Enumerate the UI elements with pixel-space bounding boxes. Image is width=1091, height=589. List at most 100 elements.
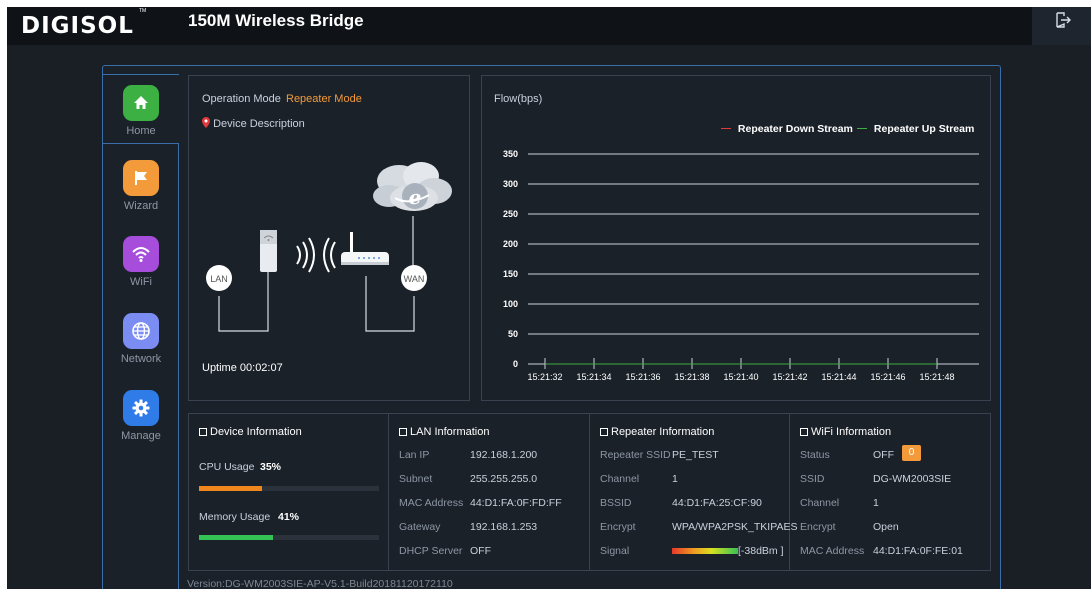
lan-node: LAN: [206, 265, 232, 291]
nav-network[interactable]: Network: [103, 303, 179, 373]
wan-node: WAN: [401, 265, 427, 291]
signal-value: [-38dBm ]: [738, 545, 784, 557]
cpu-usage-label: CPU Usage: [199, 461, 255, 473]
nav-label-manage: Manage: [121, 430, 161, 442]
subnet-label: Subnet: [399, 473, 433, 485]
device-info-title-text: Device Information: [210, 426, 302, 438]
trademark: TM: [139, 8, 147, 14]
device-description: Device Description: [202, 117, 305, 130]
gateway-value: 192.168.1.253: [470, 521, 538, 533]
repeater-encrypt-label: Encrypt: [600, 521, 636, 533]
subnet-value: 255.255.255.0: [470, 473, 538, 485]
top-bar: DIGISOL TM 150M Wireless Bridge: [7, 7, 1091, 45]
repeater-channel-value: 1: [672, 473, 678, 485]
lan-label: LAN: [210, 274, 228, 284]
lan-ip-value: 192.168.1.200: [470, 449, 538, 461]
dhcp-server-value: OFF: [470, 545, 491, 557]
bssid-label: BSSID: [600, 497, 632, 509]
nav-manage[interactable]: Manage: [103, 380, 179, 450]
memory-usage-fill: [199, 535, 273, 540]
info-icon: [600, 428, 608, 436]
repeater-info-card: Repeater Information Repeater SSID PE_TE…: [590, 414, 797, 570]
x-tick-label: 15:21:32: [527, 372, 562, 382]
logout-button[interactable]: [1032, 7, 1091, 45]
operation-mode-label: Operation Mode: [202, 93, 281, 105]
lan-info-card: LAN Information Lan IP 192.168.1.200 Sub…: [389, 414, 590, 570]
y-tick-label: 300: [503, 179, 518, 189]
repeater-encrypt-value: WPA/WPA2PSK_TKIPAES: [672, 521, 798, 533]
y-tick-label: 50: [508, 329, 518, 339]
wifi-status-badge[interactable]: 0: [902, 445, 921, 461]
nav-label-wizard: Wizard: [123, 200, 159, 212]
y-tick-label: 350: [503, 149, 518, 159]
operation-card: Operation Mode Repeater Mode Device Desc…: [188, 75, 470, 401]
signal-strength-bar: [672, 548, 738, 554]
repeater-ssid-value: PE_TEST: [672, 449, 719, 461]
y-tick-label: 200: [503, 239, 518, 249]
info-icon: [399, 428, 407, 436]
x-tick-label: 15:21:36: [625, 372, 660, 382]
dhcp-server-label: DHCP Server: [399, 545, 463, 557]
gear-icon: [123, 390, 159, 426]
lan-info-title-text: LAN Information: [410, 426, 490, 438]
wifi-status-value: OFF: [873, 449, 894, 461]
nav-label-home: Home: [126, 125, 156, 137]
signal-label: Signal: [600, 545, 630, 557]
memory-usage-label: Memory Usage: [199, 511, 271, 523]
wifi-info-card: WiFi Information Status OFF 0 SSID DG-WM…: [790, 414, 990, 570]
brand-logo: DIGISOL: [21, 13, 134, 39]
logout-icon[interactable]: [1054, 11, 1072, 29]
flag-icon: [123, 160, 159, 196]
repeater-channel-label: Channel: [600, 473, 640, 485]
gateway-label: Gateway: [399, 521, 441, 533]
nav-label-wifi: WiFi: [130, 276, 152, 288]
operation-mode-value: Repeater Mode: [286, 93, 362, 105]
topology-diagram: LAN WAN e: [206, 162, 452, 332]
wifi-channel-value: 1: [873, 497, 879, 509]
bssid-value: 44:D1:FA:25:CF:90: [672, 497, 762, 509]
main-panel: Home Wizard WiFi Network Manage Operatio…: [102, 65, 1001, 589]
wifi-encrypt-label: Encrypt: [800, 521, 836, 533]
wifi-mac-value: 44:D1:FA:0F:FE:01: [873, 545, 963, 557]
router-icon: [341, 232, 389, 265]
wifi-ssid-value: DG-WM2003SIE: [873, 473, 952, 485]
internet-cloud-icon: e: [373, 162, 452, 211]
cpu-usage-bar: [199, 486, 379, 491]
wifi-icon: [123, 236, 159, 272]
nav-label-network: Network: [120, 353, 162, 365]
nav-divider: [178, 143, 179, 589]
x-tick-label: 15:21:46: [870, 372, 905, 382]
globe-icon: [123, 313, 159, 349]
lan-mac-label: MAC Address: [399, 497, 464, 509]
nav-wizard[interactable]: Wizard: [103, 150, 179, 220]
x-tick-label: 15:21:40: [723, 372, 758, 382]
repeater-ssid-label: Repeater SSID: [600, 449, 671, 461]
nav-home[interactable]: Home: [103, 74, 179, 144]
wifi-encrypt-value: Open: [873, 521, 899, 533]
info-strip: Device Information CPU Usage 35% Memory …: [188, 413, 991, 571]
info-icon: [800, 428, 808, 436]
x-tick-label: 15:21:44: [821, 372, 856, 382]
firmware-version: Version:DG-WM2003SIE-AP-V5.1-Build201811…: [187, 578, 453, 589]
wifi-channel-label: Channel: [800, 497, 840, 509]
x-tick-label: 15:21:38: [674, 372, 709, 382]
x-tick-label: 15:21:48: [919, 372, 954, 382]
memory-usage-bar: [199, 535, 379, 540]
y-tick-label: 150: [503, 269, 518, 279]
bridge-device-icon: [260, 230, 277, 272]
wifi-status-label: Status: [800, 449, 830, 461]
lan-ip-label: Lan IP: [399, 449, 430, 461]
wifi-ssid-label: SSID: [800, 473, 825, 485]
wifi-info-title-text: WiFi Information: [811, 426, 892, 438]
lan-info-title: LAN Information: [399, 426, 489, 438]
app-frame: DIGISOL TM 150M Wireless Bridge Home Wiz…: [7, 7, 1091, 589]
y-tick-label: 100: [503, 299, 518, 309]
wireless-signal-icon: [296, 237, 336, 273]
info-icon: [199, 428, 207, 436]
repeater-info-title: Repeater Information: [600, 426, 714, 438]
nav-wifi[interactable]: WiFi: [103, 226, 179, 296]
flow-card: Flow(bps) Repeater Down Stream Repeater …: [481, 75, 991, 401]
uptime: Uptime 00:02:07: [202, 362, 283, 374]
y-tick-label: 250: [503, 209, 518, 219]
repeater-info-title-text: Repeater Information: [611, 426, 715, 438]
